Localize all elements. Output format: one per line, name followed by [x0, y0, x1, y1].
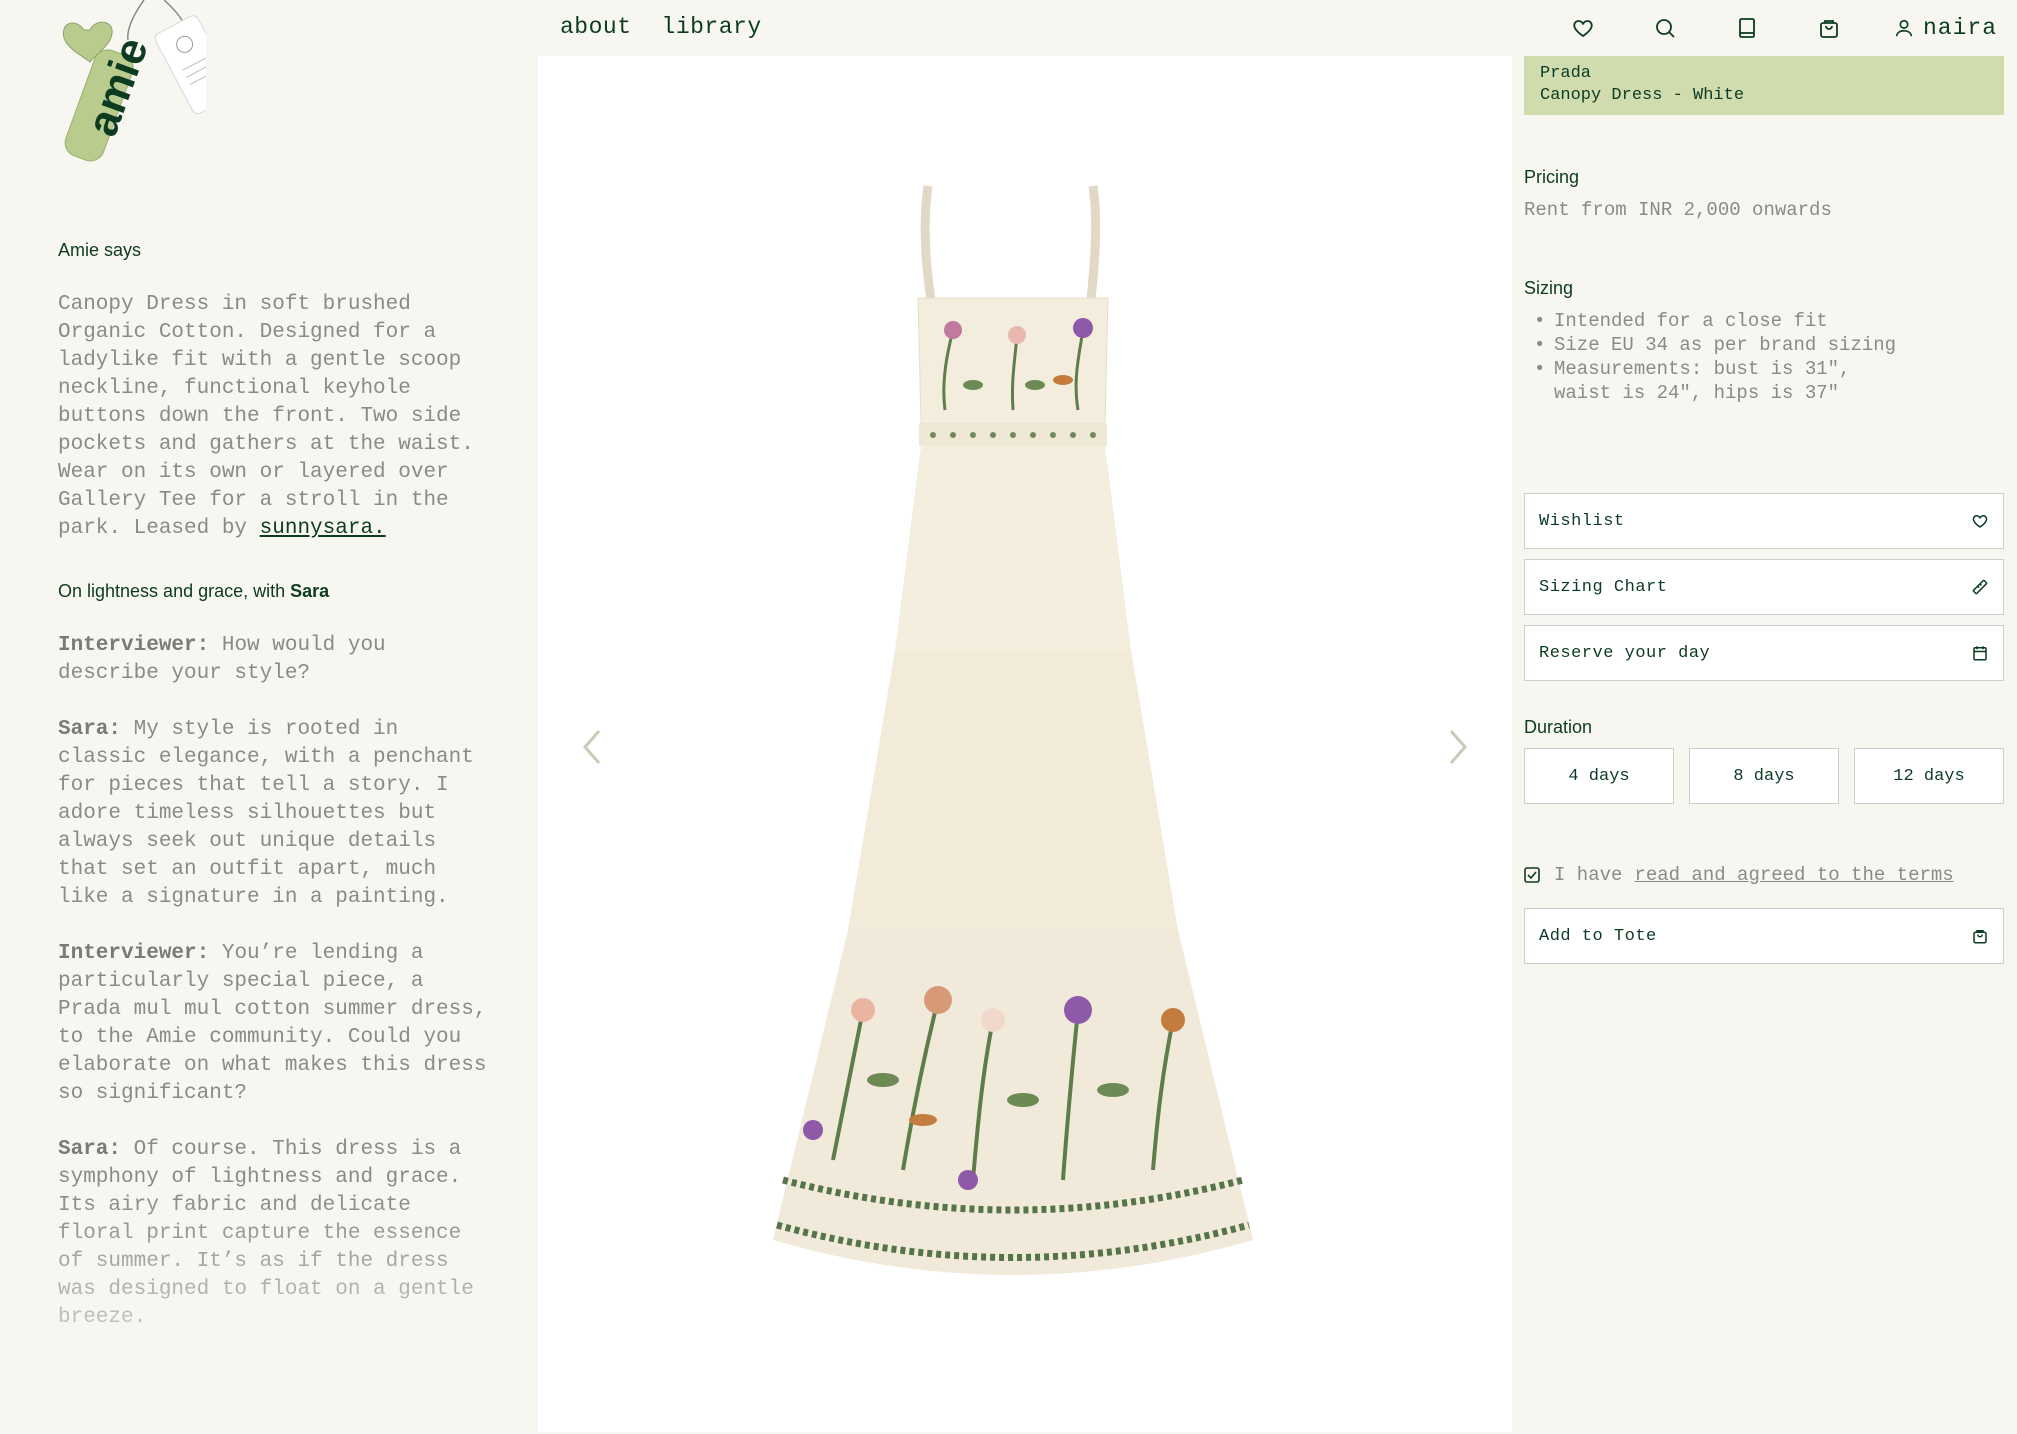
- terms-link[interactable]: read and agreed to the terms: [1634, 864, 1953, 886]
- amie-logo[interactable]: amie: [56, 0, 237, 165]
- sizing-chart-label: Sizing Chart: [1539, 577, 1668, 597]
- pricing-section: Pricing Rent from INR 2,000 onwards: [1524, 167, 2004, 222]
- product-title-banner: Prada Canopy Dress - White: [1524, 56, 2004, 115]
- interview-label-prefix: On lightness and grace, with: [58, 581, 291, 601]
- bag-icon[interactable]: [1815, 14, 1843, 42]
- wishlist-button[interactable]: Wishlist: [1524, 493, 2004, 549]
- description-text: Canopy Dress in soft brushed Organic Cot…: [58, 293, 474, 540]
- pricing-label: Pricing: [1524, 167, 1580, 187]
- duration-option-4-days[interactable]: 4 days: [1524, 748, 1674, 804]
- sizing-section: Sizing Intended for a close fit Size EU …: [1524, 278, 2004, 405]
- product-description: Canopy Dress in soft brushed Organic Cot…: [58, 291, 488, 543]
- sizing-label: Sizing: [1524, 278, 1574, 298]
- sizing-item: Measurements: bust is 31",: [1524, 357, 2004, 381]
- user-menu[interactable]: naira: [1893, 15, 1997, 41]
- terms-prefix: I have: [1554, 864, 1623, 886]
- user-icon: [1895, 19, 1913, 37]
- qa-speaker: Interviewer:: [58, 942, 210, 965]
- duration-label: Duration: [1524, 717, 1593, 737]
- nav-actions: naira: [1515, 14, 1997, 42]
- next-image-button[interactable]: [1438, 722, 1478, 772]
- bag-icon: [1973, 930, 1987, 944]
- duration-options: 4 days 8 days 12 days: [1524, 748, 2004, 804]
- book-icon[interactable]: [1733, 14, 1761, 42]
- search-icon[interactable]: [1651, 14, 1679, 42]
- sizing-chart-button[interactable]: Sizing Chart: [1524, 559, 2004, 615]
- left-column: amie Amie says Canopy Dress in soft brus…: [0, 0, 538, 1434]
- top-nav: about library: [560, 14, 762, 40]
- interview-label: On lightness and grace, with Sara: [58, 581, 488, 602]
- sizing-item: Size EU 34 as per brand sizing: [1524, 333, 2004, 357]
- duration-option-12-days[interactable]: 12 days: [1854, 748, 2004, 804]
- nav-about-link[interactable]: about: [560, 14, 632, 40]
- checkbox-checked-icon[interactable]: [1524, 867, 1540, 883]
- heart-icon[interactable]: [1569, 14, 1597, 42]
- qa-item: Interviewer: You’re lending a particular…: [58, 940, 488, 1108]
- qa-speaker: Interviewer:: [58, 634, 210, 657]
- reserve-label: Reserve your day: [1539, 643, 1711, 663]
- product-brand: Prada: [1540, 64, 1592, 83]
- action-buttons: Wishlist Sizing Chart Reserve your day: [1524, 493, 2004, 681]
- product-image: [773, 180, 1273, 1310]
- qa-item: Sara: My style is rooted in classic eleg…: [58, 716, 488, 912]
- left-content: Amie says Canopy Dress in soft brushed O…: [58, 240, 488, 1360]
- pricing-text: Rent from INR 2,000 onwards: [1524, 199, 1832, 221]
- leased-by-link[interactable]: sunnysara.: [260, 517, 386, 540]
- qa-item: Interviewer: How would you describe your…: [58, 632, 488, 688]
- qa-text: Of course. This dress is a symphony of l…: [58, 1138, 474, 1329]
- duration-section: Duration 4 days 8 days 12 days: [1524, 717, 2004, 804]
- prev-image-button[interactable]: [572, 722, 612, 772]
- calendar-icon: [1973, 646, 1987, 661]
- reserve-day-button[interactable]: Reserve your day: [1524, 625, 2004, 681]
- add-to-tote-button[interactable]: Add to Tote: [1524, 908, 2004, 964]
- product-panel: Prada Canopy Dress - White Pricing Rent …: [1524, 56, 2004, 964]
- duration-option-8-days[interactable]: 8 days: [1689, 748, 1839, 804]
- amie-says-label: Amie says: [58, 240, 142, 260]
- user-name: naira: [1922, 15, 1997, 41]
- sizing-list: Intended for a close fit Size EU 34 as p…: [1524, 309, 2004, 405]
- nav-library-link[interactable]: library: [662, 14, 762, 40]
- qa-text: My style is rooted in classic elegance, …: [58, 718, 474, 909]
- chevron-left-icon: [583, 730, 601, 764]
- sizing-item-continued: waist is 24", hips is 37": [1554, 382, 1840, 404]
- qa-text: You’re lending a particularly special pi…: [58, 942, 487, 1105]
- interview: Interviewer: How would you describe your…: [58, 632, 488, 1332]
- qa-item: Sara: Of course. This dress is a symphon…: [58, 1136, 488, 1332]
- heart-icon: [1972, 514, 1988, 528]
- interview-label-name: Sara: [290, 581, 330, 601]
- ruler-icon: [1972, 579, 1988, 595]
- qa-speaker: Sara:: [58, 718, 122, 741]
- chevron-right-icon: [1449, 730, 1467, 764]
- sizing-item: Intended for a close fit: [1524, 309, 2004, 333]
- add-to-tote-label: Add to Tote: [1539, 926, 1657, 946]
- qa-speaker: Sara:: [58, 1138, 122, 1161]
- wishlist-label: Wishlist: [1539, 511, 1625, 531]
- terms-agreement: I have read and agreed to the terms: [1524, 864, 2004, 886]
- product-name: Canopy Dress - White: [1540, 86, 1745, 105]
- product-gallery: [538, 56, 1512, 1432]
